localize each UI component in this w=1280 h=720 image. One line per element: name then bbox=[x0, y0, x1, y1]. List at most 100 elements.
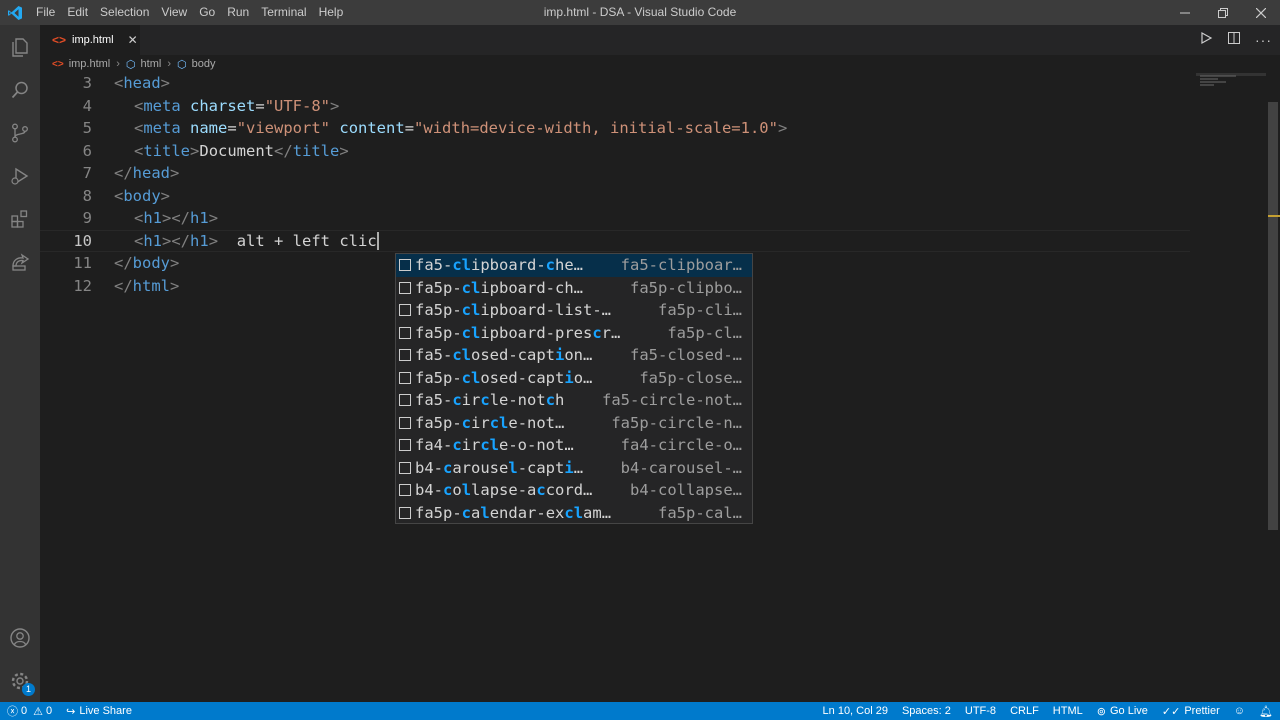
restore-icon[interactable] bbox=[1204, 0, 1242, 25]
menu-file[interactable]: File bbox=[30, 0, 61, 25]
end-of-line[interactable]: CRLF bbox=[1003, 702, 1046, 720]
snippet-icon bbox=[399, 326, 411, 339]
element-icon: ⬡ bbox=[125, 58, 136, 71]
menu-view[interactable]: View bbox=[155, 0, 193, 25]
menu-selection[interactable]: Selection bbox=[94, 0, 155, 25]
suggestion-item[interactable]: fa5p-clipboard-list-… fa5p-cli… bbox=[396, 299, 752, 322]
line-number: 8 bbox=[82, 186, 92, 205]
code-line[interactable]: 3 <head> bbox=[40, 72, 1190, 95]
remote-explorer-icon[interactable] bbox=[0, 240, 40, 283]
code-token: > bbox=[170, 254, 180, 273]
line-number: 5 bbox=[82, 119, 92, 138]
match-highlight: cl bbox=[489, 413, 509, 432]
suggestion-item[interactable]: fa5-closed-caption… fa5-closed-… bbox=[396, 344, 752, 367]
suggestion-detail: b4-collapse… bbox=[630, 481, 742, 500]
code-token: body bbox=[132, 254, 170, 273]
code-token: </ bbox=[114, 276, 133, 295]
search-icon[interactable] bbox=[0, 68, 40, 111]
minimize-icon[interactable] bbox=[1166, 0, 1204, 25]
feedback-icon[interactable]: ☺ bbox=[1227, 702, 1252, 720]
account-icon[interactable] bbox=[0, 616, 40, 659]
encoding[interactable]: UTF-8 bbox=[958, 702, 1003, 720]
code-token: h1 bbox=[143, 209, 163, 228]
tab-bar: <> imp.html ✕ ··· bbox=[40, 25, 1280, 55]
line-number: 7 bbox=[82, 164, 92, 183]
match-highlight: c bbox=[480, 391, 490, 410]
code-line[interactable]: 9 <h1></h1> bbox=[40, 207, 1190, 230]
code-line[interactable]: 10 <h1></h1> alt + left clic bbox=[40, 229, 1190, 252]
line-number: 11 bbox=[73, 254, 92, 273]
suggestion-item[interactable]: fa5-circle-notch fa5-circle-not… bbox=[396, 389, 752, 412]
suggestion-item[interactable]: fa5-clipboard-che… fa5-clipboar… bbox=[396, 254, 752, 277]
line-content: <meta name="viewport" content="width=dev… bbox=[134, 119, 787, 137]
suggestion-item[interactable]: b4-carousel-capti… b4-carousel-… bbox=[396, 457, 752, 480]
match-highlight: c bbox=[452, 436, 462, 455]
code-line[interactable]: 8 <body> bbox=[40, 185, 1190, 208]
suggestion-item[interactable]: fa5p-calendar-exclam… fa5p-cal… bbox=[396, 502, 752, 525]
manage-gear-icon[interactable]: 1 bbox=[0, 659, 40, 702]
label-text: ipboard- bbox=[471, 256, 546, 275]
code-token: "width=device-width, initial-scale=1.0" bbox=[414, 119, 778, 138]
breadcrumb: <> imp.html › ⬡ html › ⬡ body bbox=[40, 55, 1280, 73]
line-content: <meta charset="UTF-8"> bbox=[134, 97, 339, 115]
match-highlight: cl bbox=[452, 256, 471, 275]
suggestion-item[interactable]: fa5p-closed-captio… fa5p-close… bbox=[396, 367, 752, 390]
suggestion-detail: fa5p-clipbo… bbox=[630, 278, 742, 297]
code-line[interactable]: 7 </head> bbox=[40, 162, 1190, 185]
line-content: <head> bbox=[114, 74, 170, 92]
problems-indicator[interactable]: ⓧ 0 ⚠ 0 bbox=[0, 702, 59, 720]
code-token: title bbox=[292, 141, 340, 160]
code-line[interactable]: 6 <title>Document</title> bbox=[40, 140, 1190, 163]
go-live-button[interactable]: ⊚ Go Live bbox=[1090, 702, 1155, 720]
close-icon[interactable]: ✕ bbox=[128, 33, 138, 47]
snippet-icon bbox=[399, 349, 411, 362]
suggestion-item[interactable]: fa5p-circle-not… fa5p-circle-n… bbox=[396, 412, 752, 435]
split-editor-icon[interactable] bbox=[1227, 31, 1241, 50]
code-token: > bbox=[330, 96, 340, 115]
code-token: h1 bbox=[190, 209, 209, 228]
suggestion-label: fa5p-closed-captio… bbox=[415, 369, 592, 387]
language-mode[interactable]: HTML bbox=[1046, 702, 1090, 720]
live-share-button[interactable]: ↪ Live Share bbox=[59, 702, 139, 720]
extensions-icon[interactable] bbox=[0, 197, 40, 240]
scrollbar-thumb[interactable] bbox=[1268, 102, 1278, 530]
breadcrumb-file[interactable]: <> imp.html bbox=[52, 58, 110, 70]
menu-terminal[interactable]: Terminal bbox=[255, 0, 312, 25]
line-content: <title>Document</title> bbox=[134, 142, 349, 160]
text-cursor bbox=[376, 232, 379, 250]
breadcrumb-body[interactable]: ⬡ body bbox=[177, 58, 215, 71]
code-line[interactable]: 4 <meta charset="UTF-8"> bbox=[40, 95, 1190, 118]
code-line[interactable]: 5 <meta name="viewport" content="width=de… bbox=[40, 117, 1190, 140]
run-debug-icon[interactable] bbox=[0, 154, 40, 197]
notifications-icon[interactable]: 🔔︎ bbox=[1252, 702, 1280, 720]
suggestion-item[interactable]: fa5p-clipboard-ch… fa5p-clipbo… bbox=[396, 277, 752, 300]
chevron-right-icon: › bbox=[116, 58, 120, 70]
source-control-icon[interactable] bbox=[0, 111, 40, 154]
suggestion-item[interactable]: fa5p-clipboard-prescr… fa5p-cl… bbox=[396, 322, 752, 345]
suggestion-item[interactable]: b4-collapse-accord… b4-collapse… bbox=[396, 479, 752, 502]
label-text: r… bbox=[601, 323, 621, 342]
minimap[interactable] bbox=[1196, 72, 1266, 88]
code-token: head bbox=[132, 164, 170, 183]
menu-edit[interactable]: Edit bbox=[61, 0, 94, 25]
indentation[interactable]: Spaces: 2 bbox=[895, 702, 958, 720]
label-text: fa5- bbox=[415, 391, 453, 410]
breadcrumb-html[interactable]: ⬡ html bbox=[126, 58, 161, 71]
match-highlight: cl bbox=[461, 278, 481, 297]
match-highlight: c bbox=[443, 458, 453, 477]
menu-run[interactable]: Run bbox=[221, 0, 255, 25]
more-actions-icon[interactable]: ··· bbox=[1255, 32, 1272, 48]
menu-go[interactable]: Go bbox=[193, 0, 221, 25]
cursor-position[interactable]: Ln 10, Col 29 bbox=[816, 702, 895, 720]
run-icon[interactable] bbox=[1199, 31, 1213, 50]
tab-imp-html[interactable]: <> imp.html ✕ bbox=[40, 25, 140, 55]
prettier-status[interactable]: ✓✓ Prettier bbox=[1155, 702, 1227, 720]
suggestion-item[interactable]: fa4-circle-o-not… fa4-circle-o… bbox=[396, 434, 752, 457]
code-token: name bbox=[190, 119, 228, 138]
label-text: endar-ex bbox=[489, 503, 565, 522]
match-highlight: c bbox=[545, 391, 556, 410]
explorer-icon[interactable] bbox=[0, 25, 40, 68]
menu-help[interactable]: Help bbox=[313, 0, 350, 25]
close-window-icon[interactable] bbox=[1242, 0, 1280, 25]
